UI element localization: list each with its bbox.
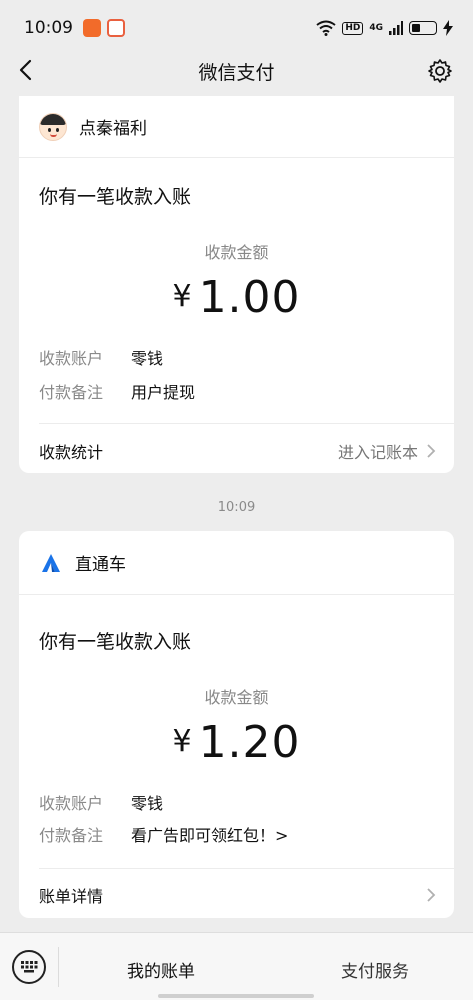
sender-avatar [39, 112, 67, 141]
divider [39, 868, 454, 869]
sender-name: 直通车 [75, 555, 126, 575]
battery-icon [409, 21, 437, 35]
sender-name: 点秦福利 [79, 119, 147, 139]
detail-value: 看广告即可领红包！> [131, 826, 289, 845]
my-bills-menu[interactable]: 我的账单 [86, 957, 236, 982]
currency-symbol: ¥ [172, 724, 193, 759]
page-title: 微信支付 [198, 61, 275, 84]
brand-logo-icon [42, 553, 60, 572]
card-header[interactable]: 直通车 [19, 531, 454, 595]
payment-services-menu[interactable]: 支付服务 [300, 957, 450, 982]
chevron-right-icon [427, 444, 436, 458]
detail-value: 零钱 [131, 794, 164, 813]
card-footer-link[interactable]: 收款统计 进入记账本 [39, 439, 436, 463]
network-label: 4G [369, 23, 383, 33]
game-notification-icon [107, 19, 125, 37]
bottom-separator [58, 947, 59, 987]
signal-icon [389, 21, 403, 35]
card-headline: 你有一笔收款入账 [39, 186, 192, 208]
detail-value: 用户提现 [131, 383, 196, 402]
status-time: 10:09 [24, 18, 73, 38]
amount-label: 收款金额 [204, 243, 269, 262]
detail-key: 付款备注 [39, 383, 104, 402]
detail-row: 付款备注 用户提现 [39, 379, 195, 403]
detail-key: 收款账户 [39, 349, 104, 368]
detail-key: 付款备注 [39, 826, 104, 845]
back-arrow-icon[interactable] [14, 58, 38, 82]
card-headline: 你有一笔收款入账 [39, 631, 192, 653]
detail-value: 零钱 [131, 349, 164, 368]
currency-symbol: ¥ [172, 279, 193, 314]
app-notification-icon [83, 19, 101, 37]
keyboard-icon [21, 961, 38, 973]
message-timestamp: 10:09 [217, 500, 256, 515]
wifi-icon [316, 20, 336, 36]
navigation-bar: 微信支付 [0, 44, 473, 98]
detail-row: 收款账户 零钱 [39, 790, 163, 814]
footer-left-label: 账单详情 [39, 887, 104, 906]
notification-icons [83, 19, 125, 37]
divider [39, 423, 454, 424]
detail-row: 付款备注 看广告即可领红包！> [39, 822, 288, 846]
amount-value: ¥1.00 [19, 272, 454, 323]
hd-badge: HD [342, 21, 364, 35]
card-header[interactable]: 点秦福利 [19, 96, 454, 158]
payment-notification-card[interactable]: 点秦福利 你有一笔收款入账 收款金额 ¥1.00 收款账户 零钱 付款备注 用户… [19, 96, 454, 473]
card-footer-link[interactable]: 账单详情 [39, 883, 436, 907]
detail-key: 收款账户 [39, 794, 104, 813]
charging-icon [443, 20, 453, 36]
amount-number: 1.00 [198, 272, 301, 323]
gear-icon[interactable] [427, 58, 453, 84]
amount-label: 收款金额 [204, 688, 269, 707]
footer-left-label: 收款统计 [39, 443, 104, 462]
home-indicator [158, 994, 314, 998]
bottom-menu-bar: 我的账单 支付服务 [0, 932, 473, 1000]
payment-notification-card[interactable]: 直通车 你有一笔收款入账 收款金额 ¥1.20 收款账户 零钱 付款备注 看广告… [19, 531, 454, 918]
status-indicators: HD 4G [316, 20, 453, 36]
keyboard-toggle-button[interactable] [12, 950, 46, 984]
detail-row: 收款账户 零钱 [39, 345, 163, 369]
amount-number: 1.20 [198, 717, 301, 768]
footer-right-label[interactable]: 进入记账本 [338, 439, 418, 463]
chevron-right-icon [427, 888, 436, 902]
amount-value: ¥1.20 [19, 717, 454, 768]
